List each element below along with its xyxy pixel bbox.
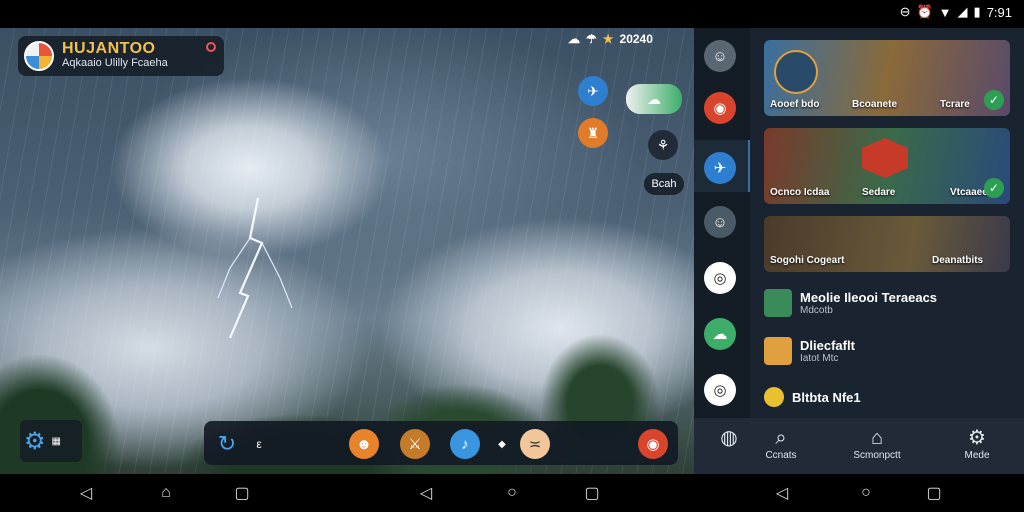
card-label-left: Sogohi Cogeart <box>770 255 845 266</box>
home-screen: HUJANTOO Aqkaaio Ulilly Fcaeha ☁ ☂ ★ 202… <box>0 28 694 474</box>
home-icon[interactable]: ○ <box>502 483 522 503</box>
profile-avatar-icon[interactable]: ☺ <box>704 40 736 72</box>
settings-widget[interactable]: ⚙ ▦ <box>20 420 82 462</box>
game-card-2[interactable]: Ocnco Icdaa Sedare Vtcaaee ✓ <box>764 128 1010 204</box>
card-label-right: Deanatbits <box>932 255 984 266</box>
back-icon[interactable]: ◁ <box>772 483 792 503</box>
search-icon: ⌕ <box>775 427 787 449</box>
home-icon[interactable]: ⌂ <box>156 483 176 503</box>
gear-icon: ⚙ <box>24 427 46 455</box>
list-thumb-icon <box>764 289 792 317</box>
basketball-icon[interactable]: ◉ <box>638 429 668 459</box>
weather-cloud-app-icon[interactable]: ☁ <box>626 84 682 114</box>
nav-search[interactable]: ⌕ Ccnats <box>746 426 816 461</box>
chat-bubble-icon[interactable]: ◎ <box>704 374 736 406</box>
nav-store[interactable]: ⌂ Scmonpctt <box>842 426 912 461</box>
content-panel: Aooef bdo Bcoanete Tcrare ✓ Ocnco Icdaa … <box>750 28 1024 418</box>
basketball-icon[interactable]: ◉ <box>704 92 736 124</box>
recents-icon[interactable]: ▢ <box>232 483 252 503</box>
cloud-icon: ☁ <box>568 32 580 46</box>
diamond-icon[interactable]: ◆ <box>487 429 517 459</box>
game2-icon[interactable]: ⚔ <box>400 429 430 459</box>
card-label-mid: Sedare <box>862 187 896 198</box>
list-item-title: Meolie Ileooi Teraeacs <box>800 290 938 305</box>
list-item[interactable]: Bltbta Nfe1 <box>764 380 1010 414</box>
sun-icon: ★ <box>602 32 614 46</box>
sidebar: ☺ ◉ ✈ ☺ ◎ ☁ ◎ <box>694 28 750 474</box>
refresh-icon[interactable]: ↻ <box>212 429 242 459</box>
card-label-right: Tcrare <box>940 99 970 110</box>
cloud-app-icon[interactable]: ☁ <box>704 318 736 350</box>
app-title-card[interactable]: HUJANTOO Aqkaaio Ulilly Fcaeha <box>18 36 224 76</box>
card-label-left: Aooef bdo <box>770 99 820 110</box>
list-item[interactable]: Dliecfaflt Iatot Mtc <box>764 334 1010 368</box>
card-label-right: Vtcaaee <box>950 187 988 198</box>
nav-label: Scmonpctt <box>853 450 901 461</box>
shield-icon <box>862 138 908 178</box>
battery-icon: ▮ <box>973 4 981 19</box>
game-card-1[interactable]: Aooef bdo Bcoanete Tcrare ✓ <box>764 40 1010 116</box>
list-item[interactable]: Meolie Ileooi Teraeacs Mdcotb <box>764 286 1010 320</box>
alarm-icon: ⏰ <box>916 4 933 19</box>
game-badge-icon <box>774 50 818 94</box>
list-thumb-icon <box>764 387 784 407</box>
rain-icon: ☂ <box>586 32 597 46</box>
temperature-value: 20240 <box>619 32 653 46</box>
weather-widget[interactable]: ☁ ☂ ★ 20240 <box>568 32 653 46</box>
app-title: HUJANTOO <box>62 40 156 57</box>
check-icon: ✓ <box>984 90 1004 110</box>
recents-icon[interactable]: ▢ <box>924 483 944 503</box>
list-item-title: Bltbta Nfe1 <box>792 389 861 405</box>
face-icon[interactable]: ≍ <box>520 429 550 459</box>
list-item-sub: Iatot Mtc <box>800 353 839 364</box>
list-item-title: Dliecfaflt <box>800 338 855 353</box>
card-label-left: Ocnco Icdaa <box>770 187 830 198</box>
chat-icon[interactable]: ε <box>244 429 274 459</box>
gear-icon: ⚙ <box>968 427 986 449</box>
status-time: 7:91 <box>986 4 1012 20</box>
store-icon: ⌂ <box>870 427 884 449</box>
twitter-icon[interactable]: ♪ <box>450 429 480 459</box>
bottom-navigation: ◍ ⌕ Ccnats ⌂ Scmonpctt ⚙ Mede <box>694 418 1024 474</box>
app-subtitle: Aqkaaio Ulilly Fcaeha <box>62 57 168 69</box>
app-logo-icon <box>24 41 54 71</box>
game-store-icon[interactable]: ♜ <box>578 118 608 148</box>
back-icon[interactable]: ◁ <box>416 483 436 503</box>
recents-icon[interactable]: ▢ <box>582 483 602 503</box>
card-label-mid: Bcoanete <box>852 99 898 110</box>
avatar-icon[interactable]: ☺ <box>704 206 736 238</box>
status-bar: ⊖ ⏰ ▼ ◢ ▮ 7:91 <box>0 0 1024 28</box>
lightning-bolt <box>217 198 293 338</box>
wifi-icon: ▼ <box>938 4 952 20</box>
nav-label: Ccnats <box>765 450 797 461</box>
game-card-3[interactable]: Sogohi Cogeart Deanatbits <box>764 216 1010 272</box>
grid-icon: ▦ <box>51 435 61 447</box>
compass-app-icon[interactable]: ✈ <box>578 76 608 106</box>
list-item-sub: Mdcotb <box>800 305 833 316</box>
check-icon: ✓ <box>984 178 1004 198</box>
signal-icon: ◢ <box>957 4 968 19</box>
do-not-disturb-icon: ⊖ <box>899 4 911 19</box>
app-dock: ↻ ε ☻ ⚔ ♪ ◆ ≍ ◉ <box>204 421 678 465</box>
search-app-icon[interactable]: ◎ <box>704 262 736 294</box>
nav-label: Mede <box>964 450 990 461</box>
back-icon[interactable]: ◁ <box>76 483 96 503</box>
list-thumb-icon <box>764 337 792 365</box>
label-pill[interactable]: Bcah <box>644 173 684 195</box>
nav-settings[interactable]: ⚙ Mede <box>942 426 1012 461</box>
compass-icon[interactable]: ✈ <box>704 152 736 184</box>
home-icon[interactable]: ○ <box>856 483 876 503</box>
game1-icon[interactable]: ☻ <box>349 429 379 459</box>
system-nav-bar: ◁ ⌂ ▢ ◁ ○ ▢ ◁ ○ ▢ <box>0 474 1024 512</box>
walk-app-icon[interactable]: ⚘ <box>648 130 678 160</box>
notification-dot-icon <box>206 42 216 52</box>
